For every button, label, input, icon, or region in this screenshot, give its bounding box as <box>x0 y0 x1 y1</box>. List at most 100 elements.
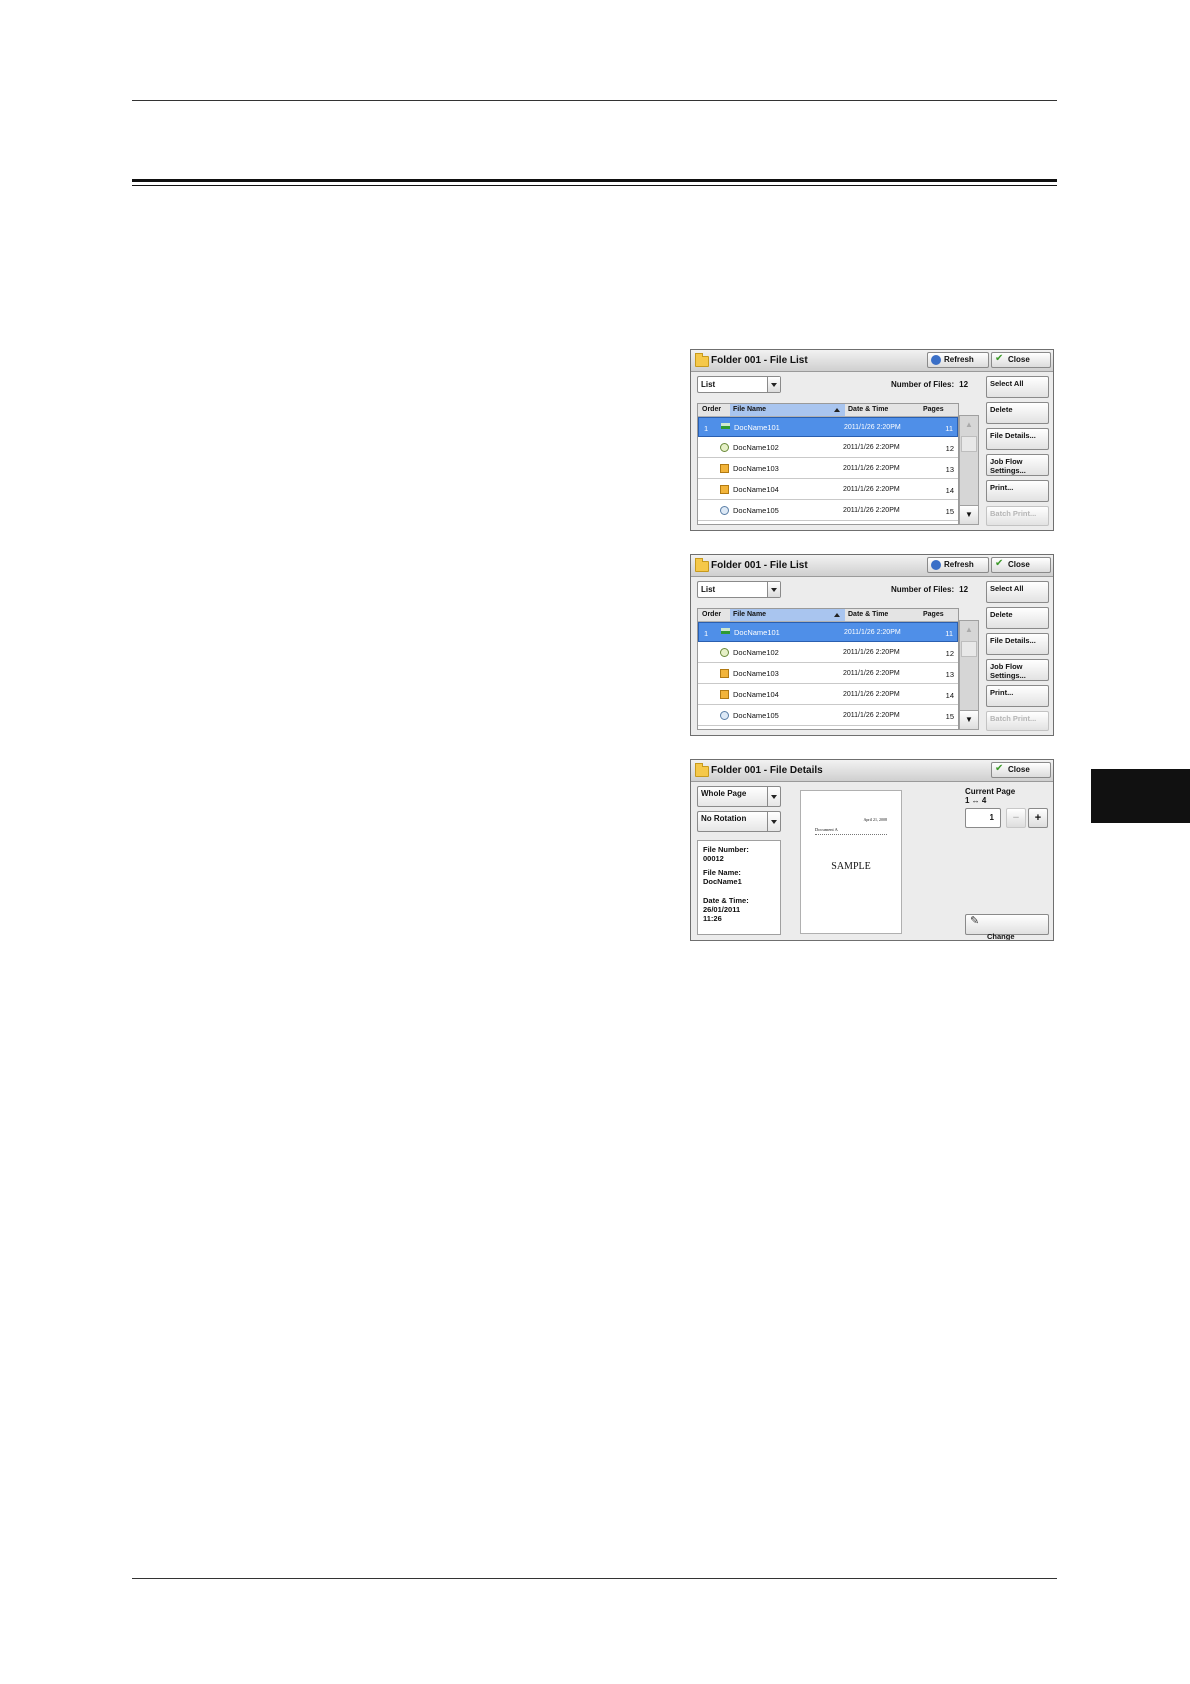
row-pages: 11 <box>945 629 953 638</box>
row-pages: 14 <box>945 486 954 495</box>
row-file-name: DocName101 <box>734 628 780 637</box>
scroll-up-icon[interactable]: ▲ <box>960 416 978 434</box>
chevron-down-icon <box>767 787 780 806</box>
file-list-panel-1: Folder 001 - File List Refresh Close Lis… <box>690 349 1054 531</box>
row-date: 2011/1/26 2:20PM <box>843 507 900 514</box>
job-flow-settings-button[interactable]: Job Flow Settings... <box>986 454 1049 476</box>
folder-document-icon <box>720 669 729 678</box>
panel-title: Folder 001 - File List <box>711 560 808 571</box>
scanner-icon <box>721 631 730 634</box>
number-of-files-value: 12 <box>959 585 969 594</box>
current-page-input[interactable]: 1 <box>965 808 1001 828</box>
row-pages: 13 <box>945 670 954 679</box>
scroll-thumb[interactable] <box>961 436 977 452</box>
header-rule <box>132 100 1057 101</box>
change-file-name-button[interactable]: Change File Name... <box>965 914 1049 940</box>
refresh-label: Refresh <box>944 560 974 569</box>
refresh-button[interactable]: Refresh <box>927 557 989 573</box>
folder-icon <box>695 353 709 367</box>
folder-icon <box>695 558 709 572</box>
folder-document-icon <box>720 485 729 494</box>
scrollbar[interactable]: ▲ ▼ <box>959 415 979 525</box>
panel-title: Folder 001 - File List <box>711 355 808 366</box>
batch-print-button[interactable]: Batch Print... <box>986 711 1049 731</box>
view-select[interactable]: List <box>697 376 781 393</box>
table-row[interactable]: DocName103 2011/1/26 2:20PM 13 <box>698 459 958 479</box>
file-name-label: File Name: <box>703 868 741 877</box>
table-row[interactable]: DocName103 2011/1/26 2:20PM 13 <box>698 664 958 684</box>
folder-icon <box>695 763 709 777</box>
chevron-down-icon <box>767 812 780 831</box>
file-list: Order File Name Date & Time Pages 1 DocN… <box>697 403 959 525</box>
file-number-label: File Number: <box>703 845 749 854</box>
table-row[interactable]: DocName102 2011/1/26 2:20PM 12 <box>698 438 958 458</box>
file-details-button[interactable]: File Details... <box>986 428 1049 450</box>
number-of-files: Number of Files: 12 <box>891 380 968 389</box>
table-row[interactable]: DocName105 2011/1/26 2:20PM 15 <box>698 501 958 521</box>
date-time-label: Date & Time: <box>703 896 749 905</box>
file-details-button[interactable]: File Details... <box>986 633 1049 655</box>
column-pages[interactable]: Pages <box>923 406 944 413</box>
plus-icon[interactable]: + <box>1028 808 1048 828</box>
select-all-button[interactable]: Select All <box>986 581 1049 603</box>
row-file-name: DocName105 <box>733 506 779 515</box>
table-row[interactable]: DocName104 2011/1/26 2:20PM 14 <box>698 480 958 500</box>
column-file-name[interactable]: File Name <box>730 609 845 621</box>
print-button[interactable]: Print... <box>986 685 1049 707</box>
row-file-name: DocName103 <box>733 464 779 473</box>
current-page: Current Page 1 ↔ 4 <box>965 787 1015 805</box>
file-list: Order File Name Date & Time Pages 1 DocN… <box>697 608 959 730</box>
document-icon <box>720 648 729 657</box>
number-of-files-label: Number of Files: <box>891 380 955 389</box>
refresh-label: Refresh <box>944 355 974 364</box>
row-pages: 13 <box>945 465 954 474</box>
date-time-time: 11:26 <box>703 914 722 923</box>
minus-icon[interactable]: − <box>1006 808 1026 828</box>
close-button[interactable]: Close <box>991 557 1051 573</box>
row-date: 2011/1/26 2:20PM <box>843 691 900 698</box>
job-flow-settings-button[interactable]: Job Flow Settings... <box>986 659 1049 681</box>
view-select[interactable]: List <box>697 581 781 598</box>
column-date-time[interactable]: Date & Time <box>848 406 888 413</box>
scroll-up-icon[interactable]: ▲ <box>960 621 978 639</box>
print-button[interactable]: Print... <box>986 480 1049 502</box>
list-header: Order File Name Date & Time Pages <box>698 609 958 622</box>
delete-button[interactable]: Delete <box>986 402 1049 424</box>
scroll-down-icon[interactable]: ▼ <box>960 710 978 729</box>
row-file-name: DocName102 <box>733 443 779 452</box>
row-pages: 15 <box>945 507 954 516</box>
column-pages[interactable]: Pages <box>923 611 944 618</box>
row-file-name: DocName104 <box>733 690 779 699</box>
column-date-time[interactable]: Date & Time <box>848 611 888 618</box>
number-of-files-label: Number of Files: <box>891 585 955 594</box>
close-button[interactable]: Close <box>991 762 1051 778</box>
row-date: 2011/1/26 2:20PM <box>843 649 900 656</box>
table-row[interactable]: 1 DocName101 2011/1/26 2:20PM 11 <box>698 622 958 642</box>
column-file-name[interactable]: File Name <box>730 404 845 416</box>
table-row[interactable]: 1 DocName101 2011/1/26 2:20PM 11 <box>698 417 958 437</box>
batch-print-button[interactable]: Batch Print... <box>986 506 1049 526</box>
table-row[interactable]: DocName104 2011/1/26 2:20PM 14 <box>698 685 958 705</box>
table-row[interactable]: DocName102 2011/1/26 2:20PM 12 <box>698 643 958 663</box>
scroll-down-icon[interactable]: ▼ <box>960 505 978 524</box>
row-file-name: DocName101 <box>734 423 780 432</box>
document-icon <box>720 443 729 452</box>
view-select-value: Whole Page <box>701 789 747 798</box>
rotation-select[interactable]: No Rotation <box>697 811 781 832</box>
scrollbar[interactable]: ▲ ▼ <box>959 620 979 730</box>
view-select-value: List <box>701 380 716 389</box>
preview-rule <box>815 834 887 835</box>
column-order[interactable]: Order <box>702 406 721 413</box>
table-row[interactable]: DocName105 2011/1/26 2:20PM 15 <box>698 706 958 726</box>
select-all-button[interactable]: Select All <box>986 376 1049 398</box>
check-icon <box>995 762 1005 776</box>
refresh-button[interactable]: Refresh <box>927 352 989 368</box>
close-button[interactable]: Close <box>991 352 1051 368</box>
column-order[interactable]: Order <box>702 611 721 618</box>
row-pages: 12 <box>945 649 954 658</box>
close-label: Close <box>1008 355 1030 364</box>
view-select[interactable]: Whole Page <box>697 786 781 807</box>
preview-sample-text: SAMPLE <box>831 861 871 872</box>
scroll-thumb[interactable] <box>961 641 977 657</box>
delete-button[interactable]: Delete <box>986 607 1049 629</box>
